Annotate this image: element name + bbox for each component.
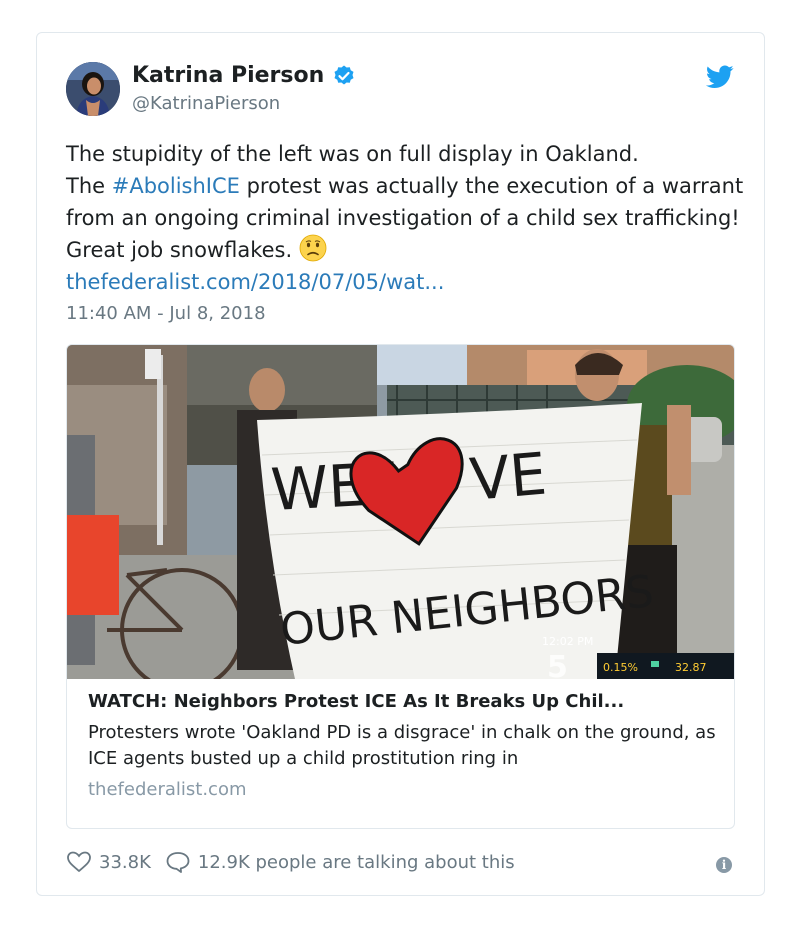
tv-time-overlay: 12:02 PM (542, 635, 593, 648)
card-title[interactable]: WATCH: Neighbors Protest ICE As It Break… (88, 690, 718, 714)
embedded-tweet: Katrina Pierson @KatrinaPierson The stup… (36, 32, 765, 896)
card-body[interactable]: WATCH: Neighbors Protest ICE As It Break… (88, 690, 718, 802)
preview-image[interactable]: WE L VE OUR NEIGHBORS 12:02 PM 5 0.15% 3… (67, 345, 734, 679)
card-description: Protesters wrote 'Oakland PD is a disgra… (88, 722, 716, 769)
author-handle[interactable]: @KatrinaPierson (132, 93, 280, 114)
author-name[interactable]: Katrina Pierson (132, 63, 356, 88)
conversation-count[interactable]: 12.9K people are talking about this (198, 852, 515, 873)
verified-badge-icon (334, 65, 354, 84)
card-domain: thefederalist.com (88, 779, 247, 800)
frowning-face-emoji (299, 234, 327, 262)
author-name-text[interactable]: Katrina Pierson (132, 63, 324, 88)
banner-text-ve: VE (467, 440, 549, 514)
info-icon[interactable]: i (716, 857, 732, 873)
link-preview-card[interactable]: WE L VE OUR NEIGHBORS 12:02 PM 5 0.15% 3… (66, 344, 735, 829)
article-link[interactable]: thefederalist.com/2018/07/05/wat... (66, 270, 444, 294)
heart-icon[interactable] (66, 851, 92, 873)
ticker-value: 32.87 (675, 661, 707, 674)
tv-channel-logo: 5 (547, 650, 568, 679)
avatar[interactable] (66, 62, 120, 116)
tweet-footer: 33.8K 12.9K people are talking about thi… (66, 851, 515, 873)
speech-bubble-icon[interactable] (165, 851, 191, 873)
twitter-bird-icon[interactable] (706, 65, 734, 89)
tweet-timestamp[interactable]: 11:40 AM - Jul 8, 2018 (66, 303, 266, 324)
tweet-text: The stupidity of the left was on full di… (66, 138, 746, 298)
hashtag-link[interactable]: #AbolishICE (112, 174, 240, 198)
tweet-text-line1: The stupidity of the left was on full di… (66, 142, 639, 166)
ticker-percent: 0.15% (603, 661, 638, 674)
tweet-text-pre-hashtag: The (66, 174, 112, 198)
like-count[interactable]: 33.8K (99, 852, 151, 873)
